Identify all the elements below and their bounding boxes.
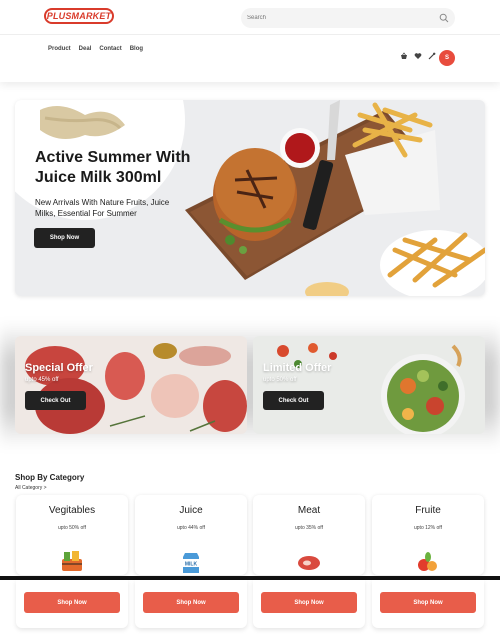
category-card-fruite[interactable]: Fruite upto 12% off — [372, 495, 484, 575]
main-nav: Product Deal Contact Blog — [48, 46, 143, 52]
svg-text:MILK: MILK — [185, 562, 198, 568]
category-offer: upto 44% off — [177, 525, 205, 531]
limited-offer-banner[interactable]: Limited Offer upto 50% off Check Out — [253, 336, 485, 434]
category-name: Juice — [179, 505, 203, 516]
special-offer-banner[interactable]: Special Offer upto 45% off Check Out — [15, 336, 247, 434]
category-name: Vegitables — [48, 505, 96, 516]
shop-now-button-fruite[interactable]: Shop Now — [380, 592, 476, 613]
offer-subtitle: upto 45% off — [25, 377, 59, 383]
category-section-title: Shop By Category — [15, 473, 85, 482]
hero-title: Active Summer With Juice Milk 300ml — [35, 149, 191, 186]
category-card-vegitables[interactable]: Vegitables upto 50% off — [16, 495, 128, 575]
hero-banner: Active Summer With Juice Milk 300ml New … — [15, 100, 485, 296]
nav-product[interactable]: Product — [48, 46, 71, 52]
hero-subtitle: New Arrivals With Nature Fruits, Juice M… — [35, 198, 170, 218]
shop-now-button-meat[interactable]: Shop Now — [261, 592, 357, 613]
offer-title: Limited Offer — [263, 362, 332, 374]
offer-title: Special Offer — [25, 362, 93, 374]
nav-deal[interactable]: Deal — [79, 46, 92, 52]
category-name: Meat — [297, 505, 321, 516]
site-header: PLUSMARKET Product Deal Contact Blog S — [0, 0, 500, 82]
nav-contact[interactable]: Contact — [99, 46, 121, 52]
vegetables-basket-icon — [62, 551, 82, 571]
hero-shop-now-button[interactable]: Shop Now — [34, 228, 95, 248]
meat-image — [25, 343, 247, 434]
offer-subtitle: upto 50% off — [263, 377, 297, 383]
fruits-icon — [418, 552, 437, 571]
check-out-button[interactable]: Check Out — [263, 391, 324, 410]
category-offer: upto 12% off — [414, 525, 442, 531]
heart-icon[interactable] — [414, 52, 422, 60]
nav-blog[interactable]: Blog — [130, 46, 143, 52]
header-icons — [400, 52, 436, 60]
shop-now-button-juice[interactable]: Shop Now — [143, 592, 239, 613]
steak-icon — [298, 556, 320, 570]
avatar[interactable]: S — [439, 50, 455, 66]
search-bar — [241, 8, 455, 28]
header-divider — [0, 34, 500, 35]
basket-icon[interactable] — [400, 52, 408, 60]
category-card-meat[interactable]: Meat upto 35% off — [253, 495, 365, 575]
logo[interactable]: PLUSMARKET — [44, 8, 114, 24]
tools-icon[interactable] — [428, 52, 436, 60]
all-category-link[interactable]: All Category > — [15, 485, 47, 491]
search-input[interactable] — [247, 11, 427, 25]
shop-now-button-vegitables[interactable]: Shop Now — [24, 592, 120, 613]
category-offer: upto 50% off — [58, 525, 86, 531]
salad-image — [277, 343, 465, 434]
category-offer: upto 35% off — [295, 525, 323, 531]
check-out-button[interactable]: Check Out — [25, 391, 86, 410]
milk-carton-icon: MILK — [183, 553, 199, 573]
category-name: Fruite — [415, 505, 441, 516]
search-icon[interactable] — [439, 13, 449, 23]
category-card-juice[interactable]: Juice upto 44% off MILK — [135, 495, 247, 575]
